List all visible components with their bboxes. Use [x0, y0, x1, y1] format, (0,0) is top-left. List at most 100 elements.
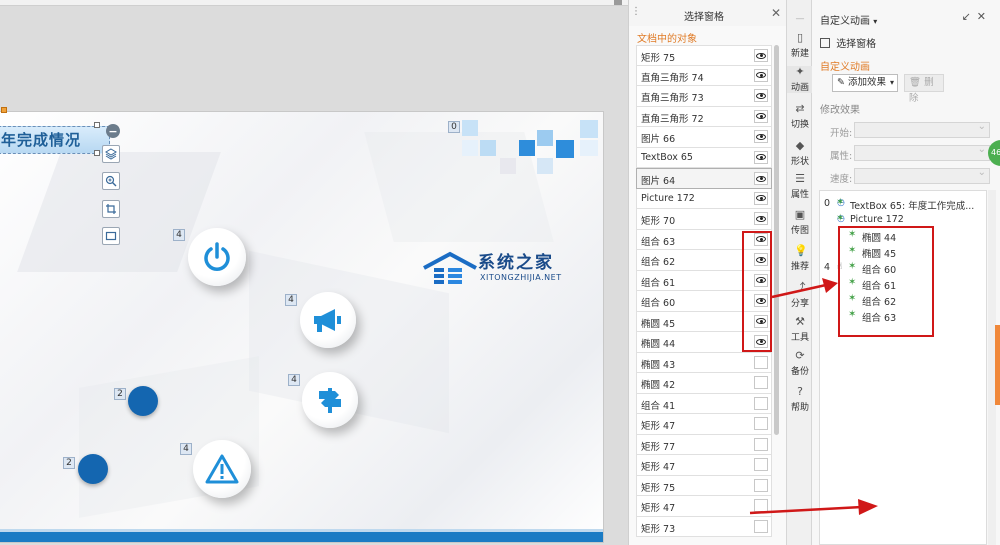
property-icon: ☰: [795, 172, 805, 185]
visibility-toggle[interactable]: [754, 478, 768, 492]
tool-backup[interactable]: ⟳ 备份: [787, 350, 813, 378]
watermark-title: 系统之家: [478, 253, 554, 273]
object-list-item[interactable]: 直角三角形 72: [636, 106, 772, 127]
visibility-toggle[interactable]: [754, 191, 768, 205]
zoom-icon[interactable]: [102, 172, 120, 190]
start-select[interactable]: [854, 121, 990, 138]
tool-transition[interactable]: ⇄ 切换: [787, 103, 813, 131]
object-list-item[interactable]: 矩形 47: [636, 414, 772, 435]
ellipse-dot[interactable]: [78, 454, 108, 484]
crop-icon[interactable]: [102, 200, 120, 218]
slide-canvas-area[interactable]: 年完成情况 − 0 4 4 4 4 2 2 系统之家 XITONGZHIJIA.…: [0, 0, 628, 545]
scroll-thumb[interactable]: [774, 45, 779, 435]
power-icon-group[interactable]: [188, 228, 246, 286]
visibility-toggle[interactable]: [754, 212, 768, 225]
object-name: 组合 41: [641, 400, 676, 412]
tool-property[interactable]: ☰ 属性: [787, 172, 813, 201]
close-icon[interactable]: ✕: [977, 10, 992, 23]
object-list-item[interactable]: 椭圆 42: [636, 373, 772, 394]
image-upload-icon: ▣: [794, 208, 806, 221]
object-list-item[interactable]: 矩形 75: [636, 475, 772, 496]
object-list-item[interactable]: TextBox 65: [636, 147, 772, 168]
delete-button[interactable]: 🗑 删除: [904, 74, 944, 104]
warning-icon-group[interactable]: [193, 440, 251, 498]
side-tab[interactable]: [995, 325, 1000, 405]
object-name: 图片 64: [641, 176, 676, 187]
object-name: 矩形 47: [641, 503, 676, 514]
tool-new-doc[interactable]: ▯ 新建: [787, 32, 813, 60]
object-list-item[interactable]: 椭圆 43: [636, 352, 772, 373]
pane-controls[interactable]: ↙✕: [962, 10, 992, 23]
object-list-item[interactable]: 矩形 47: [636, 455, 772, 476]
speed-select[interactable]: [854, 167, 990, 184]
visibility-toggle[interactable]: [754, 150, 768, 164]
selection-pane-icon: [820, 38, 830, 48]
deco-square: [580, 140, 598, 156]
visibility-toggle[interactable]: [754, 109, 768, 123]
resize-handle[interactable]: [94, 122, 100, 128]
visibility-toggle[interactable]: [754, 519, 768, 533]
visibility-toggle[interactable]: [754, 130, 768, 143]
deco-square: [480, 140, 496, 156]
tool-help[interactable]: ? 帮助: [787, 385, 813, 414]
object-list-item[interactable]: 矩形 70: [636, 209, 772, 230]
help-icon: ?: [797, 385, 803, 398]
modify-effect-label: 修改效果: [820, 105, 860, 116]
resize-handle[interactable]: [94, 150, 100, 156]
property-label: 属性:: [830, 151, 853, 162]
top-scroll-strip[interactable]: [0, 0, 628, 6]
add-effect-button[interactable]: ✎ 添加效果 ▾: [832, 74, 898, 92]
lightbulb-icon: 💡: [794, 244, 808, 257]
frame-icon[interactable]: [102, 227, 120, 245]
object-name: 椭圆 44: [641, 339, 676, 350]
shape-icon: ◆: [795, 139, 805, 152]
tool-image-upload[interactable]: ▣ 传图: [787, 208, 813, 237]
object-list-item[interactable]: 组合 41: [636, 393, 772, 414]
visibility-toggle[interactable]: [754, 376, 768, 389]
anim-order-badge: 4: [173, 229, 185, 241]
object-list-item[interactable]: 图片 66: [636, 127, 772, 148]
eye-icon: [756, 133, 766, 140]
tool-shape[interactable]: ◆ 形状: [787, 139, 813, 168]
visibility-toggle[interactable]: [754, 89, 768, 102]
dock-icon[interactable]: ↙: [962, 10, 977, 23]
property-select[interactable]: [854, 144, 990, 161]
object-list-item[interactable]: 直角三角形 74: [636, 65, 772, 86]
deco-square: [519, 140, 535, 156]
visibility-toggle[interactable]: [754, 49, 768, 62]
signpost-icon: [319, 388, 341, 413]
object-name: 直角三角形 72: [641, 113, 704, 125]
close-icon[interactable]: ✕: [771, 6, 781, 20]
object-list-item[interactable]: 直角三角形 73: [636, 86, 772, 107]
tool-lightbulb[interactable]: 💡 推荐: [787, 244, 813, 273]
selection-pane-link[interactable]: 选择窗格: [820, 35, 876, 50]
animation-icon: ✦: [795, 65, 805, 78]
visibility-toggle[interactable]: [754, 68, 768, 82]
megaphone-icon-group[interactable]: [300, 292, 356, 348]
visibility-toggle[interactable]: [754, 417, 768, 430]
watermark-logo: 系统之家 XITONGZHIJIA.NET: [422, 248, 572, 296]
visibility-toggle[interactable]: [754, 172, 768, 185]
warning-icon: [205, 454, 239, 484]
layers-icon[interactable]: [102, 145, 120, 163]
anim-pane-title[interactable]: 自定义动画 ▾: [820, 12, 877, 27]
animation-list-item[interactable]: 0 ◷ ✶ TextBox 65: 年度工作完成...: [820, 197, 986, 213]
object-list-item[interactable]: 矩形 75: [636, 45, 772, 66]
ellipse-dot[interactable]: [128, 386, 158, 416]
object-list-item[interactable]: 图片 64: [636, 168, 772, 189]
visibility-toggle[interactable]: [754, 396, 768, 410]
object-list-item[interactable]: Picture 172: [636, 188, 772, 209]
rotate-handle[interactable]: [1, 107, 7, 113]
visibility-toggle[interactable]: [754, 437, 768, 451]
add-effect-label: 添加效果: [848, 77, 887, 88]
selection-pane-title: 选择窗格: [684, 12, 724, 23]
tool-animation[interactable]: ✦ 动画: [787, 66, 813, 93]
collapse-button[interactable]: −: [106, 124, 120, 138]
object-name: 椭圆 45: [641, 318, 676, 330]
scroll-marker[interactable]: [614, 0, 622, 5]
object-list-item[interactable]: 矩形 77: [636, 434, 772, 455]
tool-toolbox[interactable]: ⚒ 工具: [787, 316, 813, 344]
signpost-icon-group[interactable]: [302, 372, 358, 428]
visibility-toggle[interactable]: [754, 355, 768, 369]
visibility-toggle[interactable]: [754, 458, 768, 471]
